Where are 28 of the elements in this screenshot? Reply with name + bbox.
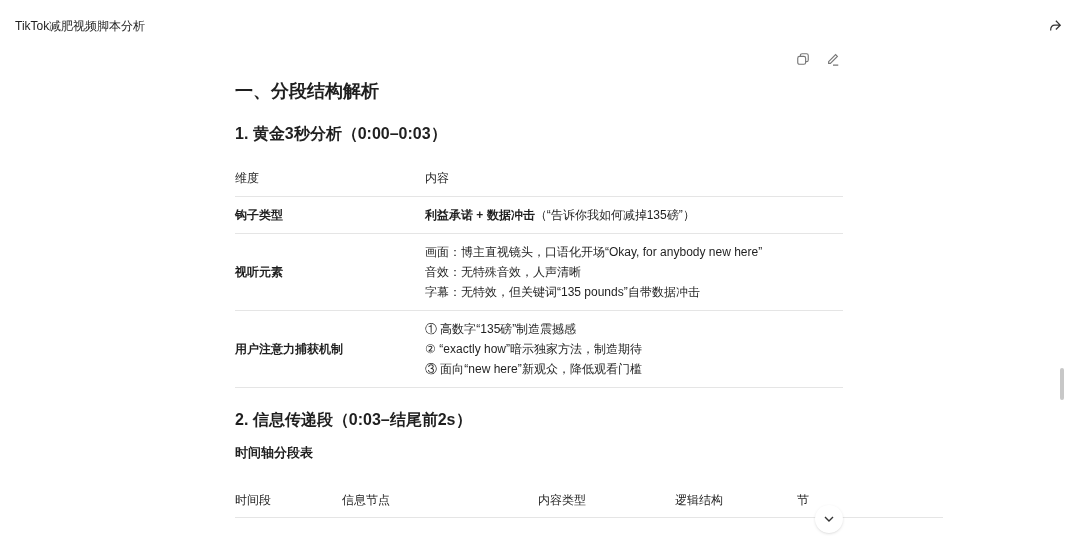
share-icon[interactable] [1048,19,1062,33]
section-heading: 一、分段结构解析 [235,80,380,103]
table-cell-text: 钩子类型 [235,207,284,224]
subsection-heading: 2. 信息传递段（0:03–结尾前2s） [235,410,473,430]
table-cell-line: 字幕：无特效，但关键词“135 pounds”自带数据冲击 [425,284,701,301]
edit-icon[interactable] [826,52,840,66]
column-header: 节 [797,492,810,509]
table-cell-line: ① 高数字“135磅”制造震撼感 [425,321,578,338]
table-cell-line: ③ 面向“new here”新观众，降低观看门槛 [425,361,643,378]
column-header: 逻辑结构 [675,492,724,509]
table-cell-line: 利益承诺 + 数据冲击（“告诉你我如何减掉135磅”） [425,207,695,224]
column-header: 维度 [235,170,260,187]
copy-icon[interactable] [796,52,810,66]
table-cell-text: 视听元素 [235,264,284,281]
scroll-down-button[interactable] [815,505,843,533]
table-cell-line: 音效：无特殊音效，人声清晰 [425,264,582,281]
column-header: 内容 [425,170,449,187]
table-cell-line: ② “exactly how”暗示独家方法，制造期待 [425,341,643,358]
column-header: 时间段 [235,492,272,509]
scrollbar-thumb[interactable] [1060,368,1064,400]
column-header: 内容类型 [538,492,587,509]
subsection-heading: 1. 黄金3秒分析（0:00–0:03） [235,124,448,144]
table-cell-text: 用户注意力捕获机制 [235,341,344,358]
chevron-down-icon [824,516,834,522]
column-header: 信息节点 [342,492,391,509]
document-title: TikTok减肥视频脚本分析 [15,18,146,35]
table-cell-line: 画面：博主直视镜头，口语化开场“Okay, for anybody new here” [425,244,763,261]
table-caption: 时间轴分段表 [235,444,314,462]
